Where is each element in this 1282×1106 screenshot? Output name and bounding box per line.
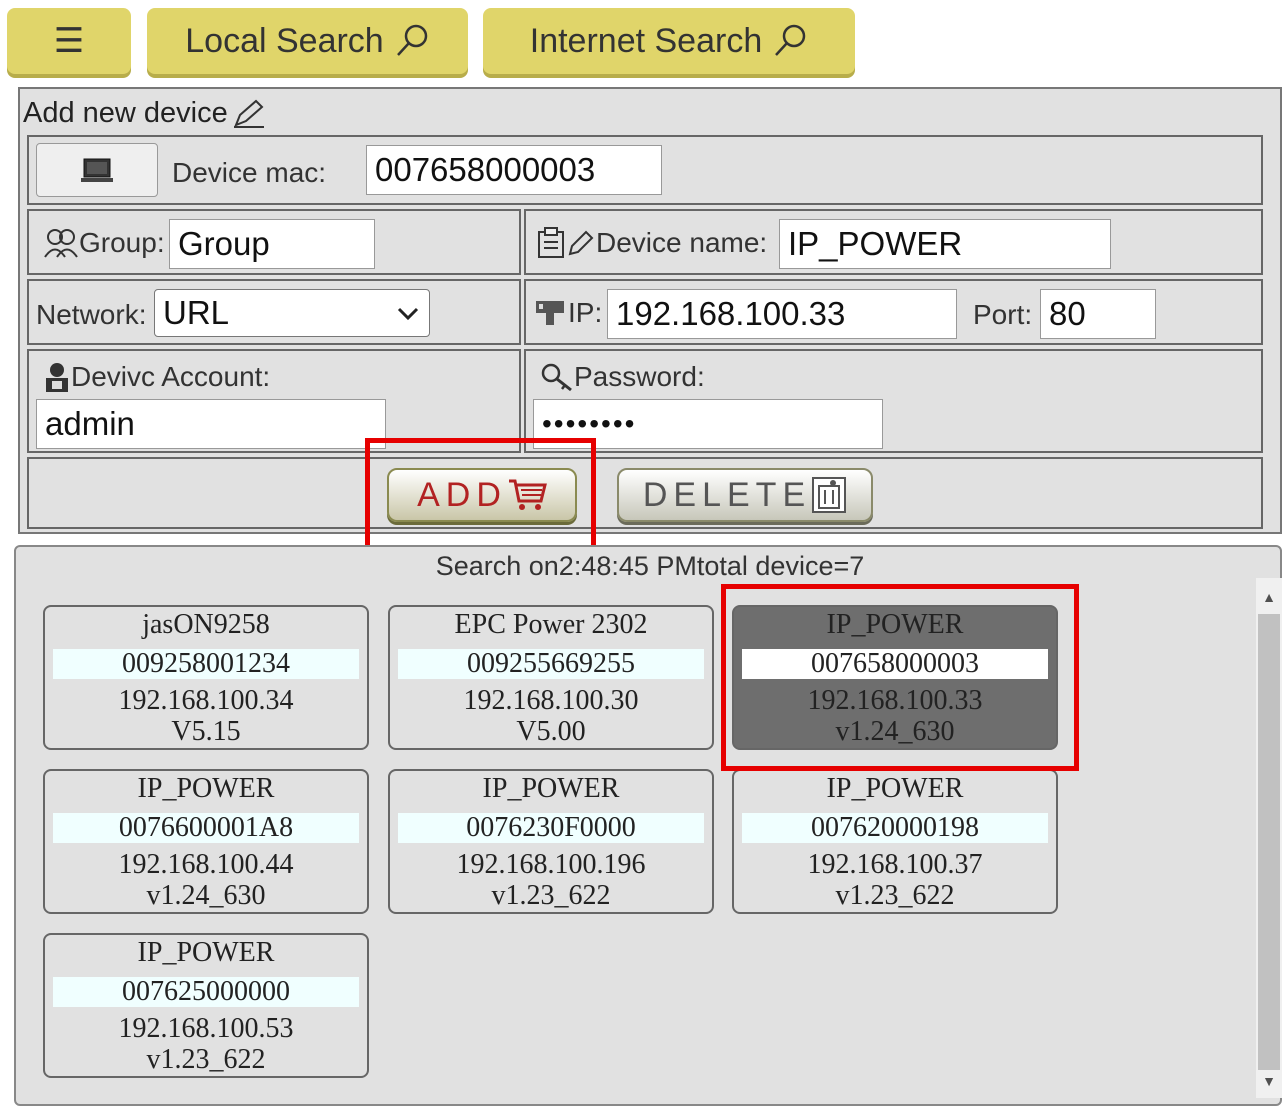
device-card-ip: 192.168.100.37 xyxy=(807,849,983,880)
password-label: Password: xyxy=(574,361,705,392)
search-icon xyxy=(396,24,427,56)
device-card-ip: 192.168.100.44 xyxy=(118,849,294,880)
account-label: Devivc Account: xyxy=(71,361,271,392)
device-card-ip: 192.168.100.53 xyxy=(118,1013,294,1044)
device-card-firmware: v1.23_622 xyxy=(835,880,955,911)
port-input[interactable]: 80 xyxy=(1040,289,1156,339)
device-name-label: Device name: xyxy=(596,227,768,258)
device-card-name: IP_POWER xyxy=(482,773,620,804)
device-card-mac: 009255669255 xyxy=(398,649,704,679)
group-input[interactable]: Group xyxy=(169,219,375,269)
device-card-mac: 007620000198 xyxy=(742,813,1048,843)
network-select[interactable]: URL xyxy=(154,289,430,337)
device-card-firmware: v1.24_630 xyxy=(146,880,266,911)
account-input[interactable]: admin xyxy=(36,399,386,449)
device-card-ip: 192.168.100.30 xyxy=(463,685,639,716)
key-icon xyxy=(541,363,572,392)
scroll-down-arrow[interactable]: ▼ xyxy=(1258,1070,1280,1092)
network-plug-icon xyxy=(536,301,564,325)
local-search-label: Local Search xyxy=(185,21,384,60)
device-card-firmware: v1.24_630 xyxy=(835,716,955,747)
pencil-icon xyxy=(233,99,264,128)
port-label: Port: xyxy=(973,299,1033,330)
ip-label-wrap: IP: xyxy=(534,297,602,329)
monitor-button[interactable] xyxy=(36,143,158,197)
device-name-input[interactable]: IP_POWER xyxy=(779,219,1111,269)
scrollbar-thumb[interactable] xyxy=(1258,614,1280,1070)
device-name-label-wrap: Device name: xyxy=(536,227,767,259)
device-card[interactable]: IP_POWER 007620000198 192.168.100.37 v1.23_… xyxy=(732,769,1058,914)
device-card[interactable]: IP_POWER 007625000000 192.168.100.53 v1.23_… xyxy=(43,933,369,1078)
monitor-icon xyxy=(81,158,113,182)
device-card-mac: 009258001234 xyxy=(53,649,359,679)
device-card-name: EPC Power 2302 xyxy=(454,609,648,640)
menu-button[interactable]: ☰ xyxy=(7,8,131,74)
internet-search-button[interactable]: Internet Search xyxy=(483,8,855,74)
device-card-mac: 0076230F0000 xyxy=(398,813,704,843)
add-button-label: ADD xyxy=(417,475,507,514)
network-label: Network: xyxy=(36,299,147,330)
mac-label: Device mac: xyxy=(172,157,327,188)
device-card-firmware: V5.00 xyxy=(516,716,586,747)
device-card-mac: 007625000000 xyxy=(53,977,359,1007)
add-device-panel: Add new device Device mac: 007658000003 xyxy=(18,87,1282,534)
action-row: ADD DELETE xyxy=(27,457,1263,529)
device-name-cell: Device name: IP_POWER xyxy=(524,209,1263,275)
group-label-wrap: Group: xyxy=(43,227,165,259)
delete-button-label: DELETE xyxy=(642,475,812,514)
pen-icon xyxy=(568,230,594,256)
trash-icon xyxy=(812,477,847,513)
user-icon xyxy=(46,363,68,392)
ip-input[interactable]: 192.168.100.33 xyxy=(607,289,957,339)
device-card-ip: 192.168.100.33 xyxy=(807,685,983,716)
device-card[interactable]: IP_POWER 0076230F0000 192.168.100.196 v1.23… xyxy=(388,769,714,914)
search-icon xyxy=(775,24,806,56)
ip-label: IP: xyxy=(568,297,603,328)
device-card-name: IP_POWER xyxy=(137,937,275,968)
people-icon xyxy=(44,229,78,258)
network-select-value: URL xyxy=(163,294,230,331)
device-card-name: jasON9258 xyxy=(142,609,270,640)
ip-cell: IP: 192.168.100.33 Port: 80 xyxy=(524,279,1263,345)
device-card-name: IP_POWER xyxy=(826,609,964,640)
internet-search-label: Internet Search xyxy=(529,21,763,60)
account-cell: Devivc Account: admin xyxy=(27,349,521,453)
panel-title: Add new device xyxy=(23,97,266,130)
group-cell: Group: Group xyxy=(27,209,521,275)
chevron-down-icon xyxy=(397,307,419,321)
search-status: Search on2:48:45 PMtotal device=7 xyxy=(435,551,865,581)
cart-icon xyxy=(508,479,547,510)
device-card-firmware: v1.23_622 xyxy=(491,880,611,911)
device-card-mac: 007658000003 xyxy=(742,649,1048,679)
device-card[interactable]: IP_POWER 0076600001A8 192.168.100.44 v1.24_… xyxy=(43,769,369,914)
add-button[interactable]: ADD xyxy=(387,468,577,522)
account-label-wrap: Devivc Account: xyxy=(43,361,270,393)
panel-title-text: Add new device xyxy=(23,97,228,129)
password-label-wrap: Password: xyxy=(540,361,705,393)
mac-input[interactable]: 007658000003 xyxy=(366,145,662,195)
local-search-button[interactable]: Local Search xyxy=(147,8,468,74)
device-card-firmware: v1.23_622 xyxy=(146,1044,266,1075)
clipboard-icon xyxy=(538,227,564,258)
group-label: Group: xyxy=(79,227,165,258)
device-card-name: IP_POWER xyxy=(826,773,964,804)
menu-icon: ☰ xyxy=(53,22,85,60)
device-card[interactable]: EPC Power 2302 009255669255 192.168.100.30… xyxy=(388,605,714,750)
device-card[interactable]: jasON9258 009258001234 192.168.100.34 V5.15 xyxy=(43,605,369,750)
device-card-ip: 192.168.100.196 xyxy=(456,849,646,880)
device-card-ip: 192.168.100.34 xyxy=(118,685,294,716)
password-input[interactable]: •••••••• xyxy=(533,399,883,449)
password-cell: Password: •••••••• xyxy=(524,349,1263,453)
network-cell: Network: URL xyxy=(27,279,521,345)
device-card-selected[interactable]: IP_POWER 007658000003 192.168.100.33 v1.24_… xyxy=(732,605,1058,750)
delete-button[interactable]: DELETE xyxy=(617,468,873,522)
device-card-firmware: V5.15 xyxy=(171,716,241,747)
mac-row: Device mac: 007658000003 xyxy=(27,135,1263,205)
device-card-name: IP_POWER xyxy=(137,773,275,804)
scroll-up-arrow[interactable]: ▲ xyxy=(1258,586,1280,608)
device-card-mac: 0076600001A8 xyxy=(53,813,359,843)
